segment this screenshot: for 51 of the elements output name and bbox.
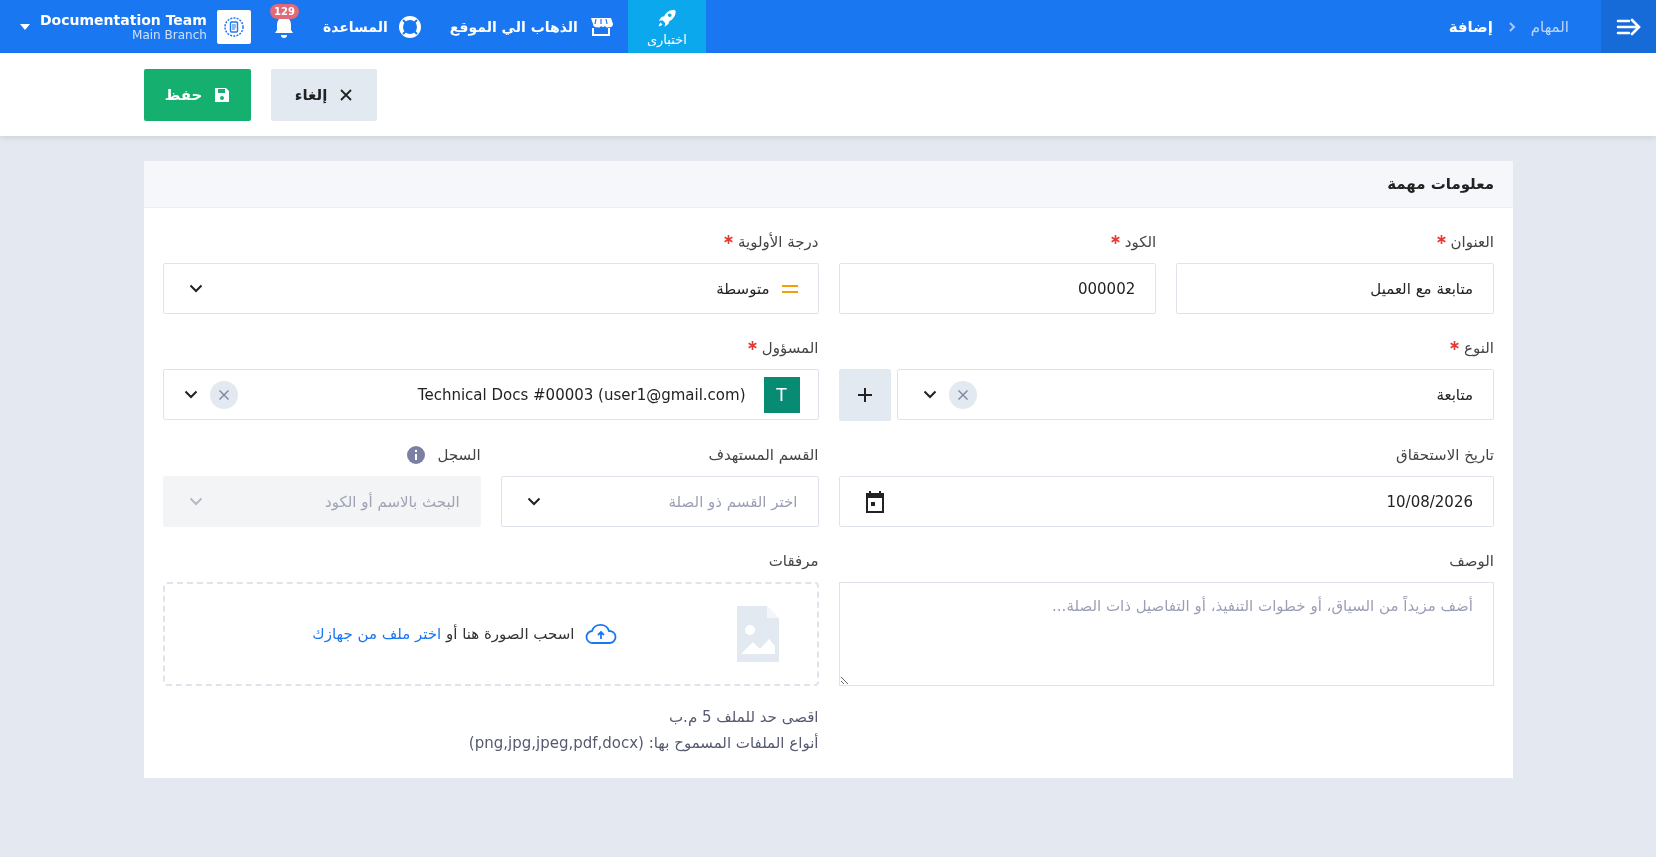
chevron-down-icon [184,390,198,399]
field-label: درجة الأولوية [738,233,819,251]
file-note: أنواع الملفات المسموح بها: (png,jpg,jpeg,pdf,docx) [467,734,819,752]
record-select: البحث بالاسم أو الكود [163,476,481,527]
chevron-down-icon [526,497,541,506]
help-button[interactable]: المساعدة [308,0,436,53]
account-menu[interactable]: Documentation Team Main Branch [20,11,207,42]
file-note: اقصى حد للملف 5 م.ب [668,708,819,726]
drop-instructions: اسحب الصورة هنا أو اختر ملف من جهازك [312,625,575,643]
file-drop-zone[interactable]: اسحب الصورة هنا أو اختر ملف من جهازك [163,582,819,686]
chevron-right-icon [1506,20,1517,33]
company-logo[interactable] [216,9,251,44]
lifebuoy-icon [397,14,422,39]
field-label: السجل [437,446,481,464]
visit-site-button[interactable]: الذهاب الي الموقع [435,0,628,53]
chevron-down-icon [189,497,203,506]
choose-file-link[interactable]: اختر ملف من جهازك [312,625,442,643]
sidebar-toggle-button[interactable] [1601,0,1656,53]
field-label: مرفقات [768,552,819,570]
title-field[interactable]: متابعة مع العميل [1176,263,1494,314]
field-label: النوع [1464,339,1494,357]
arrow-lines-icon [1615,16,1642,37]
priority-select[interactable]: متوسطة [163,263,819,314]
breadcrumb-item: إضافة [1448,17,1493,36]
code-field[interactable]: 000002 [838,263,1157,314]
field-label: الكود [1124,233,1157,251]
chevron-down-icon [189,284,203,293]
equals-icon [781,283,798,294]
plus-icon [856,387,873,403]
user-avatar: T [763,376,800,413]
due-date-field[interactable]: 10/08/2026 [838,476,1494,527]
description-field[interactable]: أضف مزيداً من السياق، أو خطوات التنفيذ، أو التفاصيل ذات الصلة... [838,582,1494,686]
field-label: المسؤول [761,339,819,357]
field-label: العنوان [1450,233,1494,251]
calendar-icon[interactable] [864,490,885,513]
account-name: Documentation Team [40,11,207,28]
branch-name: Main Branch [132,27,207,42]
field-label: الوصف [1449,552,1494,570]
field-label: القسم المستهدف [708,446,819,464]
caret-icon [20,23,30,30]
card-title: معلومات مهمة [1387,175,1494,193]
field-label: تاريخ الاستحقاق [1396,446,1494,464]
cloud-upload-icon [584,623,617,645]
type-select[interactable]: متابعة [896,369,1494,420]
info-icon[interactable] [406,446,425,464]
cancel-button[interactable]: إلغاء [271,68,377,121]
close-icon [339,87,354,102]
notification-count: 129 [270,3,299,19]
chevron-down-icon [922,390,937,399]
responsible-select[interactable]: Technical Docs #00003 (user1@gmail.com) T [163,369,819,420]
image-file-icon [736,606,779,662]
